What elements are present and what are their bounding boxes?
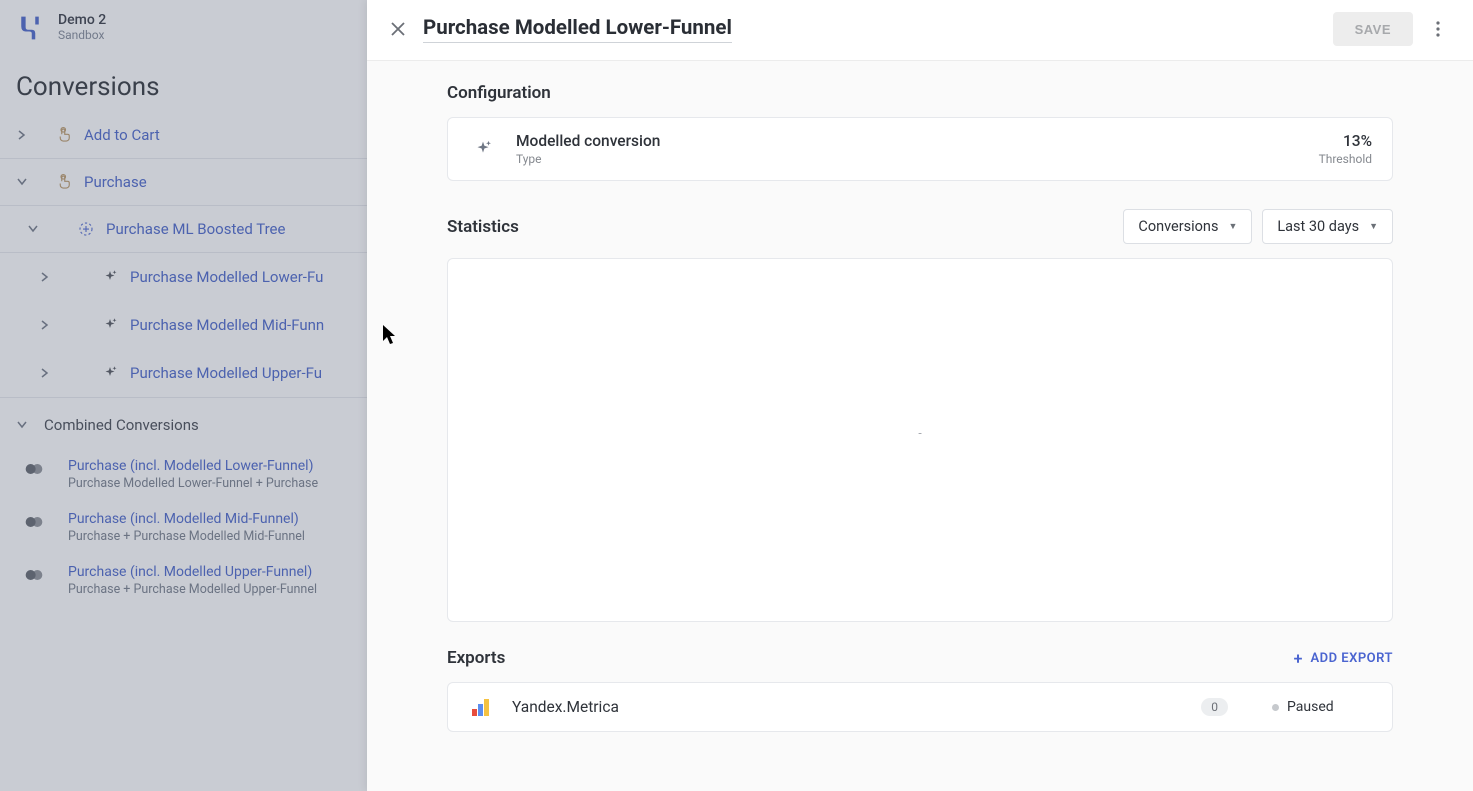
circle-dashed-icon [66,220,106,238]
combined-title: Combined Conversions [44,416,199,434]
touch-icon [44,126,84,144]
status-dot-icon [1272,704,1279,711]
sparkle-icon [90,364,130,382]
range-dropdown[interactable]: Last 30 days ▼ [1262,209,1393,244]
tree-item-label: Purchase [84,173,147,191]
chevron-right-icon [0,368,90,378]
tree-item-add-to-cart[interactable]: Add to Cart [0,112,367,159]
combined-item-label: Purchase (incl. Modelled Mid-Funnel) [68,511,305,527]
chart-empty-placeholder: - [918,426,921,440]
yandex-metrica-icon [468,697,494,717]
more-button[interactable] [1423,14,1453,44]
section-exports: Exports [447,648,505,668]
chevron-right-icon [0,272,90,282]
chevron-right-icon [0,130,44,140]
sparkle-icon [90,316,130,334]
config-threshold-value: 13% [1343,132,1372,150]
export-name: Yandex.Metrica [512,698,1183,716]
combined-item-sublabel: Purchase Modelled Lower-Funnel + Purchas… [68,476,318,491]
tree-item-modelled-lower[interactable]: Purchase Modelled Lower-Fu [0,253,367,301]
brand-subtitle: Sandbox [58,28,106,42]
tree-item-label: Add to Cart [84,126,160,144]
export-count-badge: 0 [1201,698,1228,716]
combined-item-label: Purchase (incl. Modelled Lower-Funnel) [68,458,318,474]
chevron-down-icon [0,421,44,429]
tree-item-modelled-mid[interactable]: Purchase Modelled Mid-Funn [0,301,367,349]
combined-item-label: Purchase (incl. Modelled Upper-Funnel) [68,564,317,580]
combined-item-sublabel: Purchase + Purchase Modelled Upper-Funne… [68,582,317,597]
panel-title[interactable]: Purchase Modelled Lower-Funnel [423,16,732,43]
tree-item-ml-boosted[interactable]: Purchase ML Boosted Tree [0,206,367,253]
brand-title: Demo 2 [58,12,106,28]
sidebar: Demo 2 Sandbox Conversions Add to Cart [0,0,367,791]
close-button[interactable] [383,14,413,44]
config-type-label: Type [516,152,1301,166]
statistics-chart: - [447,258,1393,622]
tree-item-purchase[interactable]: Purchase [0,159,367,206]
chevron-down-icon: ▼ [1228,221,1237,232]
config-type-value: Modelled conversion [516,132,1301,150]
panel-body: Configuration Modelled conversion Type 1… [367,61,1473,752]
save-button[interactable]: SAVE [1333,12,1413,46]
touch-icon [44,173,84,191]
combined-item-sublabel: Purchase + Purchase Modelled Mid-Funnel [68,529,305,544]
chevron-down-icon: ▼ [1369,221,1378,232]
tree-item-label: Purchase Modelled Lower-Fu [130,268,323,286]
chevron-right-icon [0,320,90,330]
add-export-button[interactable]: + ADD EXPORT [1294,649,1393,668]
more-vert-icon [1436,21,1440,37]
tree-item-label: Purchase ML Boosted Tree [106,220,285,238]
add-export-label: ADD EXPORT [1310,651,1393,666]
section-configuration: Configuration [447,83,1393,103]
chevron-down-icon [0,178,44,186]
sparkle-icon [90,268,130,286]
plus-icon: + [1294,649,1303,668]
chevron-down-icon [0,225,66,233]
combined-conversions-header[interactable]: Combined Conversions [0,398,367,448]
combined-icon [0,564,68,582]
brand-row[interactable]: Demo 2 Sandbox [0,0,367,54]
combined-icon [0,511,68,529]
brand-logo-icon [16,14,44,42]
config-threshold-label: Threshold [1319,152,1372,166]
sparkle-icon [468,138,498,160]
panel-header: Purchase Modelled Lower-Funnel SAVE [367,0,1473,61]
section-statistics: Statistics [447,217,519,237]
tree-item-modelled-upper[interactable]: Purchase Modelled Upper-Fu [0,349,367,398]
detail-panel: Purchase Modelled Lower-Funnel SAVE Conf… [367,0,1473,791]
export-row[interactable]: Yandex.Metrica 0 Paused [447,682,1393,732]
metric-dropdown-value: Conversions [1138,218,1218,235]
close-icon [390,21,406,37]
combined-icon [0,458,68,476]
tree-item-label: Purchase Modelled Upper-Fu [130,364,322,382]
export-status-label: Paused [1287,699,1334,715]
page-title: Conversions [0,54,367,112]
export-status: Paused [1272,699,1372,715]
combined-item-lower[interactable]: Purchase (incl. Modelled Lower-Funnel) P… [0,448,367,501]
range-dropdown-value: Last 30 days [1277,218,1359,235]
tree-item-label: Purchase Modelled Mid-Funn [130,316,324,334]
combined-item-mid[interactable]: Purchase (incl. Modelled Mid-Funnel) Pur… [0,501,367,554]
config-card[interactable]: Modelled conversion Type 13% Threshold [447,117,1393,181]
tree: Add to Cart Purchase [0,112,367,607]
metric-dropdown[interactable]: Conversions ▼ [1123,209,1252,244]
combined-item-upper[interactable]: Purchase (incl. Modelled Upper-Funnel) P… [0,554,367,607]
